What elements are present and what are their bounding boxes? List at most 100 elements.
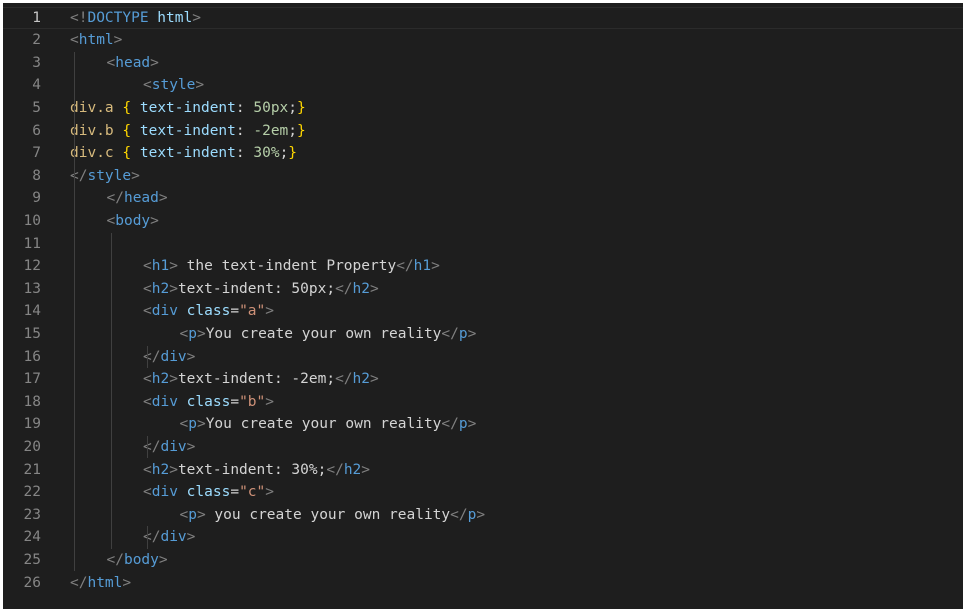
code-line[interactable]: 18 <div class="b"> [3, 391, 963, 414]
line-number: 25 [23, 551, 41, 568]
code-token: > [150, 212, 159, 229]
code-line[interactable]: 12 <h1> the text-indent Property</h1> [3, 255, 963, 278]
line-number: 22 [23, 484, 41, 501]
code-token: > [186, 529, 196, 546]
line-code: </div> [143, 436, 195, 459]
code-token: body [115, 212, 151, 229]
code-token: < [179, 416, 189, 433]
code-token: < [143, 280, 152, 297]
line-code: <h2>text-indent: 30%;</h2> [143, 459, 370, 482]
code-line[interactable]: 13 <h2>text-indent: 50px;</h2> [3, 278, 963, 301]
code-line[interactable]: 19 <p>You create your own reality</p> [3, 413, 963, 436]
code-line[interactable]: 25 </body> [3, 549, 963, 572]
code-token: h2 [352, 371, 371, 388]
code-token: 30% [253, 145, 280, 162]
code-token: class [177, 484, 231, 501]
code-token: < [179, 506, 189, 523]
code-line[interactable]: 17 <h2>text-indent: -2em;</h2> [3, 368, 963, 391]
code-line[interactable]: 10 <body> [3, 210, 963, 233]
indent-guide [147, 526, 148, 549]
code-token: h1 [413, 258, 432, 275]
code-token: > [195, 77, 205, 94]
code-token: } [288, 145, 298, 162]
code-line[interactable]: 1 <!DOCTYPE html> [3, 6, 963, 30]
code-line[interactable]: 15 <p>You create your own reality</p> [3, 323, 963, 346]
code-token: < [143, 371, 152, 388]
line-code: <p>You create your own reality</p> [180, 323, 477, 346]
code-token: class [177, 303, 231, 320]
code-token: > [370, 280, 379, 297]
code-token: html [78, 32, 114, 49]
code-editor[interactable]: 1 <!DOCTYPE html> 2 <html> 3 <head> 4 <style> 5 d… [3, 3, 963, 609]
line-number: 7 [32, 145, 41, 162]
line-number: 18 [23, 393, 41, 410]
code-token: > [196, 416, 206, 433]
code-token: </ [450, 506, 468, 523]
code-editor-frame: 1 <!DOCTYPE html> 2 <html> 3 <head> 4 <style> 5 d… [0, 0, 966, 612]
code-token: style [87, 167, 132, 184]
line-code: <html> [70, 29, 122, 52]
line-code: <h1> the text-indent Property</h1> [143, 255, 440, 278]
line-code: <p> you create your own reality</p> [180, 504, 486, 527]
code-line[interactable]: 7 div.c { text-indent: 30%;} [3, 142, 963, 165]
line-number: 9 [32, 190, 41, 207]
line-code: div.b { text-indent: -2em;} [70, 120, 306, 143]
code-token: > [113, 32, 123, 49]
code-line[interactable]: 14 <div class="a"> [3, 300, 963, 323]
code-line[interactable]: 26 </html> [3, 572, 963, 595]
code-token: > [169, 461, 178, 478]
line-code: div.a { text-indent: 50px;} [70, 97, 306, 120]
line-code: <head> [107, 52, 159, 75]
line-number: 3 [32, 54, 41, 71]
code-token: 50px [253, 99, 289, 116]
code-line[interactable]: 5 div.a { text-indent: 50px;} [3, 97, 963, 120]
line-code: <p>You create your own reality</p> [180, 413, 477, 436]
line-code: </body> [107, 549, 168, 572]
line-number: 5 [32, 99, 41, 116]
code-token: > [467, 416, 477, 433]
code-token: > [186, 348, 196, 365]
code-token: > [370, 371, 379, 388]
code-line[interactable]: 22 <div class="c"> [3, 481, 963, 504]
line-code: <div class="c"> [143, 481, 274, 504]
code-token: } [297, 122, 306, 139]
code-token: > [158, 190, 168, 207]
code-line[interactable]: 23 <p> you create your own reality</p> [3, 504, 963, 527]
code-token: > [192, 9, 201, 26]
indent-guide [74, 51, 75, 572]
code-line[interactable]: 6 div.b { text-indent: -2em;} [3, 120, 963, 143]
code-line[interactable]: 9 </head> [3, 187, 963, 210]
code-token: -2em [253, 122, 289, 139]
code-token: div [151, 303, 178, 320]
line-code: <div class="a"> [143, 300, 274, 323]
code-token: text-indent [139, 122, 236, 139]
code-token: > [196, 325, 206, 342]
code-line[interactable]: 3 <head> [3, 52, 963, 75]
line-number: 4 [32, 77, 41, 94]
code-line[interactable]: 8 </style> [3, 165, 963, 188]
code-token: > [122, 574, 132, 591]
code-line[interactable]: 11 [3, 233, 963, 256]
code-token: "c" [239, 484, 266, 501]
code-token: html [87, 574, 123, 591]
code-line[interactable]: 21 <h2>text-indent: 30%;</h2> [3, 459, 963, 482]
code-token: > [431, 258, 440, 275]
code-line[interactable]: 4 <style> [3, 74, 963, 97]
code-token: > [361, 461, 371, 478]
code-token: class [177, 393, 231, 410]
line-number: 2 [32, 32, 41, 49]
code-token: > [265, 484, 274, 501]
code-token: You create your own reality [205, 325, 442, 342]
code-token: </ [326, 461, 344, 478]
line-code: </style> [70, 165, 140, 188]
code-token: > [186, 438, 196, 455]
code-token: < [143, 303, 152, 320]
code-token: div.c [70, 145, 114, 162]
code-token: ; [288, 99, 298, 116]
code-line[interactable]: 2 <html> [3, 29, 963, 52]
code-token: div.a [70, 99, 114, 116]
code-token: text-indent: 50px; [177, 280, 336, 297]
